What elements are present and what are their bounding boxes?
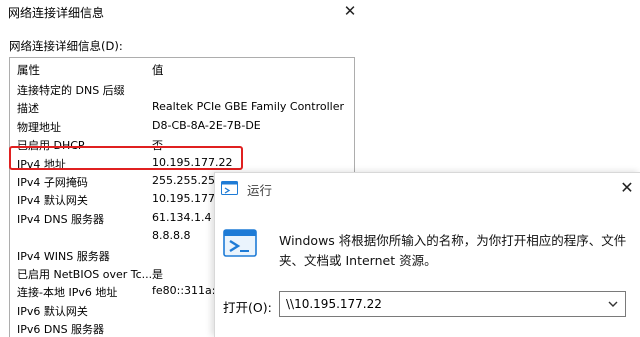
list-item[interactable]: 连接特定的 DNS 后缀: [10, 80, 354, 98]
row-property: IPv6 DNS 服务器: [17, 323, 105, 337]
row-property: IPv4 默认网关: [17, 194, 88, 208]
row-property: IPv6 默认网关: [17, 304, 88, 318]
row-value: 255.255.255: [152, 173, 222, 187]
row-property: 物理地址: [17, 120, 61, 134]
row-value: Realtek PCIe GBE Family Controller: [152, 100, 345, 114]
open-input[interactable]: \\10.195.177.22: [286, 297, 382, 311]
run-dialog: 运行 ✕ Windows 将根据你所输入的名称，为你打开相应的程序、文件夹、文档…: [214, 172, 640, 337]
open-label: 打开(O):: [223, 300, 272, 315]
list-item[interactable]: 描述 Realtek PCIe GBE Family Controller: [10, 98, 354, 116]
ipv4-highlight-box: [9, 146, 243, 170]
row-value: 61.134.1.4: [152, 210, 212, 224]
dialog-title: 网络连接详细信息: [8, 6, 105, 20]
chevron-down-icon[interactable]: [605, 295, 621, 313]
run-titlebar[interactable]: 运行 ✕: [215, 173, 640, 203]
run-app-icon: [221, 181, 238, 195]
run-title: 运行: [247, 183, 273, 198]
close-button[interactable]: ✕: [617, 179, 637, 197]
row-value: 8.8.8.8: [152, 229, 191, 243]
row-property: IPv4 DNS 服务器: [17, 212, 105, 226]
row-property: IPv4 WINS 服务器: [17, 249, 110, 263]
column-header-property[interactable]: 属性: [17, 62, 40, 78]
open-combobox[interactable]: \\10.195.177.22: [279, 291, 626, 317]
run-program-icon: [223, 229, 257, 257]
row-value: 10.195.177.: [152, 192, 219, 206]
row-value: 是: [152, 267, 163, 281]
row-property: 描述: [17, 102, 39, 116]
row-value: D8-CB-8A-2E-7B-DE: [152, 118, 261, 132]
row-property: 连接特定的 DNS 后缀: [17, 84, 125, 97]
list-header: 属性 值: [10, 58, 354, 80]
details-caption: 网络连接详细信息(D):: [9, 39, 123, 53]
list-item[interactable]: 物理地址 D8-CB-8A-2E-7B-DE: [10, 117, 354, 135]
run-description: Windows 将根据你所输入的名称，为你打开相应的程序、文件夹、文档或 Int…: [279, 233, 627, 268]
column-header-value[interactable]: 值: [152, 62, 164, 78]
row-property: 已启用 NetBIOS over Tc...: [17, 267, 153, 281]
row-property: IPv4 子网掩码: [17, 175, 88, 189]
row-value: fe80::311a:a: [152, 284, 223, 298]
row-property: 连接-本地 IPv6 地址: [17, 286, 118, 300]
close-button[interactable]: ✕: [340, 2, 360, 20]
